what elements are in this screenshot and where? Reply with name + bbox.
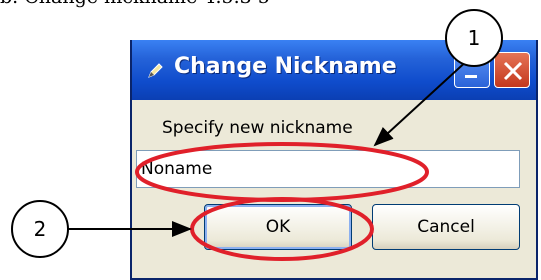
page-caption: b. Change nickname 4.5.3 5	[0, 0, 270, 8]
dialog-title: Change Nickname	[174, 54, 397, 79]
callout-2-circle	[11, 200, 69, 258]
minimize-button[interactable]	[454, 52, 490, 88]
nickname-prompt-label: Specify new nickname	[162, 118, 353, 138]
close-icon	[503, 61, 523, 81]
ok-button[interactable]: OK	[204, 204, 352, 250]
close-button[interactable]	[494, 52, 530, 88]
change-nickname-dialog: Change Nickname Specify new nickname OK …	[130, 40, 538, 280]
dialog-titlebar[interactable]: Change Nickname	[132, 40, 536, 100]
pencil-icon	[146, 62, 164, 80]
cancel-button[interactable]: Cancel	[372, 204, 520, 250]
minimize-icon	[465, 75, 477, 78]
callout-2-number: 2	[34, 217, 47, 241]
nickname-input[interactable]	[136, 150, 520, 188]
